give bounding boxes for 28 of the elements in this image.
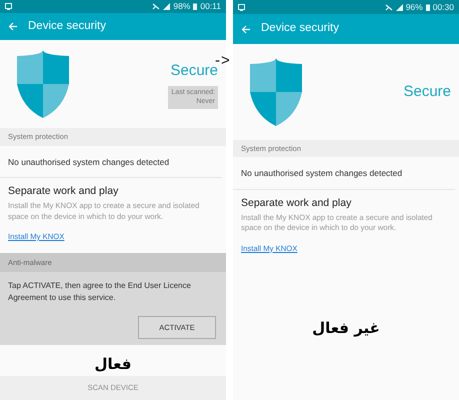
card-title: Separate work and play <box>7 184 120 200</box>
back-icon <box>8 22 18 32</box>
screen-icon <box>5 2 12 10</box>
card-title: Separate work and play <box>240 196 352 211</box>
arrow-text: -> <box>215 51 231 69</box>
instruction-text: Tap ACTIVATE, then agree to the End User Licence Agreement to use this service. <box>7 280 192 304</box>
battery-percent: 96% <box>406 0 423 14</box>
battery-icon <box>193 2 198 10</box>
status-row: No unauthorised system changes detected <box>233 157 455 190</box>
status-time: 00:30 <box>432 0 454 14</box>
screen-icon <box>238 4 245 10</box>
status-row: No unauthorised system changes detected <box>0 146 222 178</box>
shield-icon <box>14 50 72 118</box>
battery-percent: 98% <box>173 0 190 13</box>
screen-title: Device security <box>28 18 106 34</box>
signal-icon <box>163 2 170 10</box>
battery-icon <box>426 4 430 10</box>
status-time: 00:11 <box>200 0 221 13</box>
signal-icon <box>396 4 403 10</box>
caption: غير فعال <box>312 318 380 337</box>
status-text: Secure <box>169 62 218 82</box>
status-text: Secure <box>403 82 451 102</box>
mute-icon <box>152 2 160 10</box>
shield-icon <box>247 58 305 126</box>
mute-icon <box>384 4 393 10</box>
screen-title: Device security <box>261 21 339 36</box>
back-icon <box>241 24 251 34</box>
caption: فعال <box>94 355 132 374</box>
